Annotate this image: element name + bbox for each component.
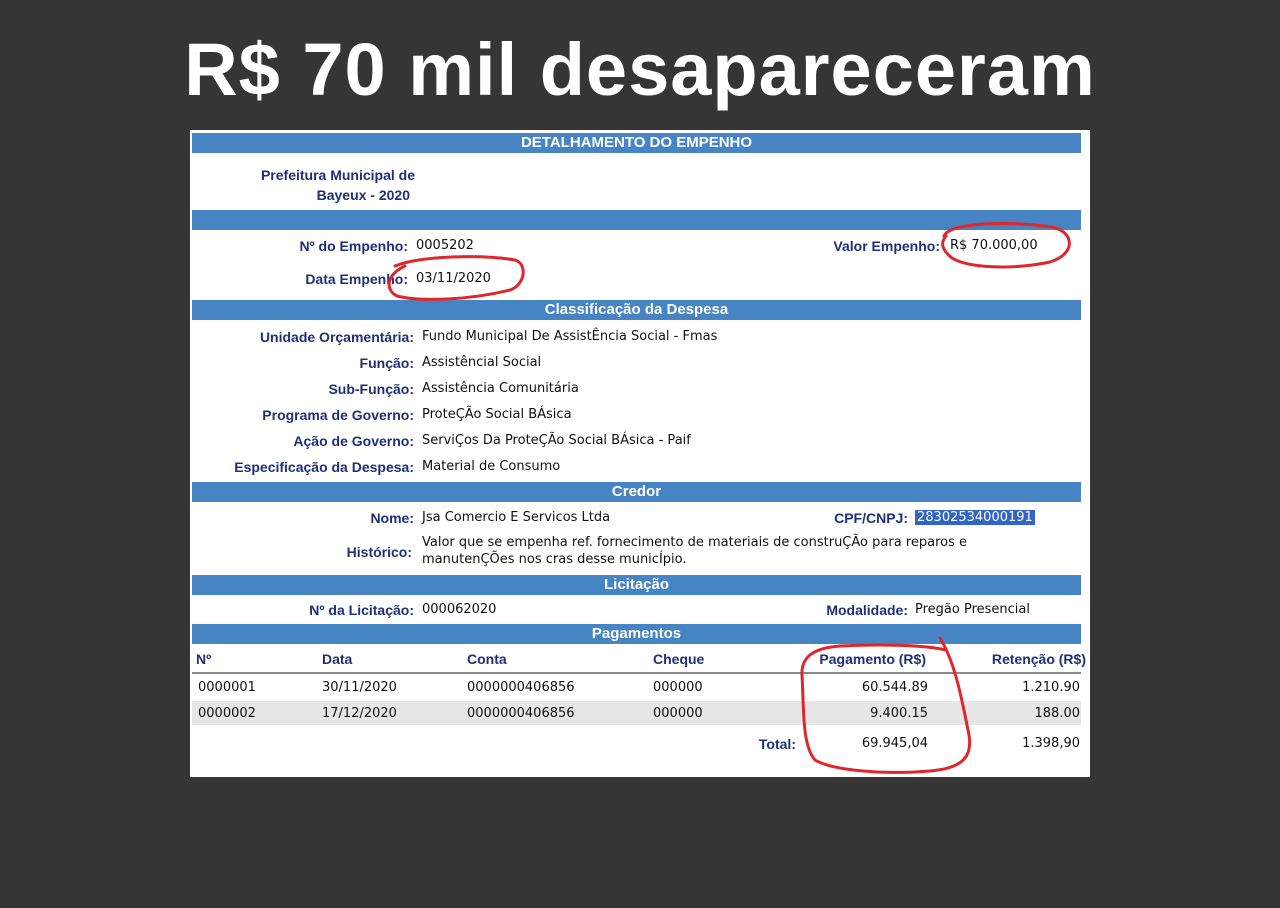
row2-cheque: 000000: [653, 706, 703, 721]
historico-label: Histórico:: [346, 544, 412, 560]
unidade-orcamentaria-label: Unidade Orçamentária:: [259, 329, 414, 345]
especificacao-despesa-value: Material de Consumo: [422, 459, 561, 474]
total-retencao: 1.398,90: [1022, 736, 1080, 751]
row2-pagamento: 9.400.15: [870, 706, 928, 721]
licitacao-number-value: 000062020: [422, 602, 497, 617]
especificacao-despesa-label: Especificação da Despesa:: [234, 459, 414, 475]
section-bar-empty: [192, 210, 1081, 230]
modalidade-label: Modalidade:: [826, 602, 908, 618]
col-header-pagamento: Pagamento (R$): [819, 651, 926, 667]
valor-empenho-value: R$ 70.000,00: [950, 238, 1038, 253]
licitacao-number-label: Nº da Licitação:: [309, 602, 414, 618]
empenho-panel: DETALHAMENTO DO EMPENHO Prefeitura Munic…: [190, 130, 1090, 777]
cpf-cnpj-value: 28302534000191: [915, 509, 1035, 527]
funcao-label: Função:: [359, 355, 414, 371]
historico-line1: Valor que se empenha ref. fornecimento d…: [422, 535, 967, 550]
section-bar-classificacao: Classificação da Despesa: [192, 300, 1081, 320]
section-bar-pagamentos: Pagamentos: [192, 624, 1081, 644]
row1-retencao: 1.210.90: [1022, 680, 1080, 695]
col-header-conta: Conta: [467, 651, 507, 667]
empenho-number-label: Nº do Empenho:: [299, 238, 408, 254]
modalidade-value: Pregão Presencial: [915, 602, 1030, 617]
col-header-retencao: Retenção (R$): [991, 651, 1086, 667]
valor-empenho-label: Valor Empenho:: [833, 238, 940, 254]
cpf-cnpj-selected-text: 28302534000191: [915, 510, 1035, 525]
row1-cheque: 000000: [653, 680, 703, 695]
section-bar-detalhamento: DETALHAMENTO DO EMPENHO: [192, 133, 1081, 153]
sub-funcao-label: Sub-Função:: [328, 381, 414, 397]
col-header-data: Data: [322, 651, 353, 667]
funcao-value: Assistêncial Social: [422, 355, 542, 370]
empenho-number-value: 0005202: [416, 238, 474, 253]
col-header-numero: Nº: [196, 651, 212, 667]
row1-conta: 0000000406856: [467, 680, 575, 695]
credor-nome-label: Nome:: [370, 510, 414, 526]
headline: R$ 70 mil desapareceram: [184, 28, 1096, 111]
historico-line2: manutenÇÕes nos cras desse municÍpio.: [422, 552, 687, 567]
row2-conta: 0000000406856: [467, 706, 575, 721]
acao-governo-value: ServiÇos Da ProteÇÃo Social BÁsica - Pai…: [422, 433, 691, 448]
row1-numero: 0000001: [198, 680, 256, 695]
acao-governo-label: Ação de Governo:: [293, 433, 414, 449]
data-empenho-value: 03/11/2020: [416, 271, 491, 286]
org-name-line1: Prefeitura Municipal de: [260, 167, 415, 183]
table-header-separator: [192, 672, 1081, 674]
row2-numero: 0000002: [198, 706, 256, 721]
programa-governo-label: Programa de Governo:: [262, 407, 414, 423]
section-bar-credor: Credor: [192, 482, 1081, 502]
total-pagamento: 69.945,04: [861, 736, 928, 751]
programa-governo-value: ProteÇÃo Social BÁsica: [422, 407, 572, 422]
section-bar-licitacao: Licitação: [192, 575, 1081, 595]
cpf-cnpj-label: CPF/CNPJ:: [834, 510, 908, 526]
credor-nome-value: Jsa Comercio E Servicos Ltda: [422, 510, 611, 525]
row2-retencao: 188.00: [1034, 706, 1081, 721]
sub-funcao-value: Assistência Comunitária: [422, 381, 579, 396]
row1-data: 30/11/2020: [322, 680, 397, 695]
row1-pagamento: 60.544.89: [861, 680, 928, 695]
row2-data: 17/12/2020: [322, 706, 397, 721]
data-empenho-label: Data Empenho:: [305, 271, 408, 287]
unidade-orcamentaria-value: Fundo Municipal De AssistÊncia Social - …: [422, 329, 718, 344]
col-header-cheque: Cheque: [653, 651, 705, 667]
org-name-line2: Bayeux - 2020: [316, 187, 410, 203]
